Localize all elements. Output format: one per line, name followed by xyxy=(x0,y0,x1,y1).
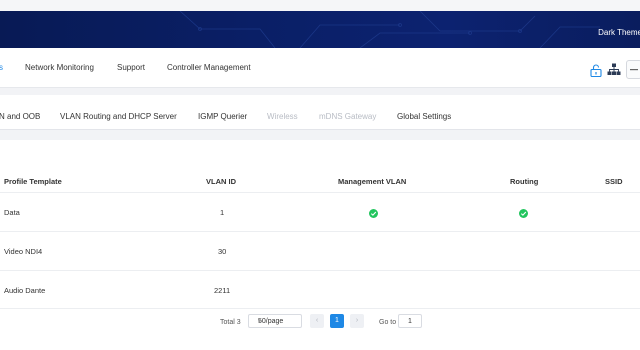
column-header-vlan-id: VLAN ID xyxy=(206,177,236,186)
cell-vlan-id: 2211 xyxy=(214,286,231,295)
row-divider xyxy=(0,231,640,232)
tab-wireless: Wireless xyxy=(267,112,298,121)
page-number-button[interactable]: 1 xyxy=(330,314,344,328)
tab-global-settings[interactable]: Global Settings xyxy=(397,112,451,121)
cell-profile: Video NDI4 xyxy=(4,247,43,256)
routing-check-icon xyxy=(519,209,528,218)
management-vlan-check-icon xyxy=(369,209,378,218)
theme-toggle-label[interactable]: Dark Theme xyxy=(598,28,640,37)
page-size-select[interactable]: 50/page ▾ xyxy=(248,314,302,328)
goto-label: Go to xyxy=(379,319,397,326)
unlock-icon[interactable] xyxy=(590,64,602,79)
column-header-profile-template: Profile Template xyxy=(4,177,62,186)
header-banner: Dark Theme xyxy=(0,11,640,48)
cell-profile: Audio Dante xyxy=(4,286,46,295)
chevron-down-icon: ▾ xyxy=(258,319,262,325)
cell-profile: Data xyxy=(4,208,20,217)
tab-mdns-gateway: mDNS Gateway xyxy=(319,112,377,121)
more-icon[interactable] xyxy=(626,60,640,79)
nav-item-current[interactable]: s xyxy=(0,63,3,72)
next-page-button[interactable]: › xyxy=(350,314,364,328)
goto-page-input[interactable]: 1 xyxy=(398,314,422,328)
vlan-table-panel: Profile Template VLAN ID Management VLAN… xyxy=(0,140,640,350)
pagination: Total 3 50/page ▾ ‹ 1 › Go to 1 xyxy=(0,314,640,332)
column-header-routing: Routing xyxy=(510,177,539,186)
cell-vlan-id: 30 xyxy=(218,247,227,256)
nav-item-network-monitoring[interactable]: Network Monitoring xyxy=(25,63,94,72)
cell-vlan-id: 1 xyxy=(220,208,225,217)
prev-page-button[interactable]: ‹ xyxy=(310,314,324,328)
tab-vlan-routing-dhcp[interactable]: VLAN Routing and DHCP Server xyxy=(60,112,177,121)
main-nav: s Network Monitoring Support Controller … xyxy=(0,48,640,88)
nav-item-support[interactable]: Support xyxy=(117,63,145,72)
column-header-management-vlan: Management VLAN xyxy=(338,177,407,186)
nav-item-controller-management[interactable]: Controller Management xyxy=(167,63,251,72)
header-divider xyxy=(0,192,640,193)
circuit-pattern xyxy=(179,11,600,48)
tab-vlan-and-oob[interactable]: N and OOB xyxy=(0,112,40,121)
top-strip xyxy=(0,0,640,11)
goto-page-value: 1 xyxy=(408,318,412,325)
total-count: Total 3 xyxy=(220,319,241,326)
row-divider xyxy=(0,270,640,271)
column-header-ssid: SSID xyxy=(605,177,623,186)
topology-icon[interactable] xyxy=(607,63,621,78)
settings-tabs: N and OOB VLAN Routing and DHCP Server I… xyxy=(0,95,640,130)
tab-igmp-querier[interactable]: IGMP Querier xyxy=(198,112,247,121)
row-divider xyxy=(0,308,640,309)
